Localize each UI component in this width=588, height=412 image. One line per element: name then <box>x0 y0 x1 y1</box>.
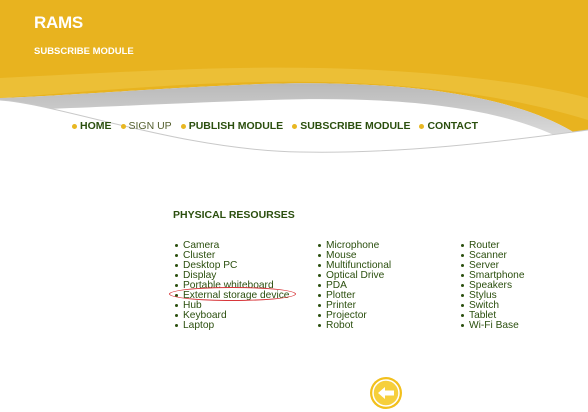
app-title: RAMS <box>34 13 83 32</box>
bullet-dot-icon <box>175 313 178 317</box>
list-item[interactable]: Wi-Fi Base <box>461 320 525 331</box>
nav-item-subscribe-module[interactable]: SUBSCRIBE MODULE <box>292 120 410 132</box>
bullet-dot-icon <box>175 303 178 307</box>
list-item[interactable]: Laptop <box>175 320 289 331</box>
resource-column-2: Microphone Mouse Multifunctional Optical… <box>318 240 391 331</box>
bullet-dot-icon <box>461 293 464 297</box>
resource-label[interactable]: Laptop <box>183 320 214 331</box>
list-item[interactable]: Robot <box>318 320 391 331</box>
resource-label[interactable]: Robot <box>326 320 353 331</box>
nav-item-label[interactable]: SUBSCRIBE MODULE <box>300 120 410 132</box>
header: RAMS SUBSCRIBE MODULE HOME SIGN UP PUBLI… <box>0 0 588 175</box>
nav-item-label[interactable]: PUBLISH MODULE <box>189 120 284 132</box>
bullet-dot-icon <box>318 254 321 258</box>
bullet-dot-icon <box>175 244 178 248</box>
bullet-dot-icon <box>461 244 464 248</box>
bullet-dot-icon <box>461 323 464 327</box>
nav-item-label[interactable]: CONTACT <box>427 120 478 132</box>
bullet-dot-icon <box>318 293 321 297</box>
nav-item-contact[interactable]: CONTACT <box>419 120 478 132</box>
bullet-dot-icon <box>461 274 464 278</box>
bullet-dot-icon <box>318 284 321 287</box>
bullet-dot-icon <box>175 274 178 278</box>
highlight-ellipse <box>169 287 296 301</box>
bullet-dot-icon <box>292 123 298 129</box>
nav-item-label[interactable]: SIGN UP <box>129 120 172 132</box>
bullet-dot-icon <box>318 323 321 327</box>
bullet-dot-icon <box>461 313 464 317</box>
bullet-dot-icon <box>318 244 321 248</box>
nav-item-label[interactable]: HOME <box>80 120 112 132</box>
section-title: PHYSICAL RESOURSES <box>173 209 295 221</box>
header-banner <box>0 0 588 175</box>
bullet-dot-icon <box>318 264 321 268</box>
bullet-dot-icon <box>180 123 186 129</box>
nav-item-publish-module[interactable]: PUBLISH MODULE <box>180 120 284 132</box>
bullet-dot-icon <box>461 264 464 268</box>
app-subtitle: SUBSCRIBE MODULE <box>34 46 134 57</box>
main-nav: HOME SIGN UP PUBLISH MODULE SUBSCRIBE MO… <box>72 120 487 132</box>
bullet-dot-icon <box>175 264 178 268</box>
resource-column-1: Camera Cluster Desktop PC Display Portab… <box>175 240 289 331</box>
bullet-dot-icon <box>419 123 425 129</box>
bullet-dot-icon <box>72 123 77 129</box>
bullet-dot-icon <box>175 323 178 327</box>
bullet-dot-icon <box>175 254 178 258</box>
bullet-dot-icon <box>175 284 178 287</box>
bullet-dot-icon <box>318 313 321 317</box>
resource-column-3: Router Scanner Server Smartphone Speaker… <box>461 240 525 331</box>
nav-item-home[interactable]: HOME <box>72 120 112 132</box>
bullet-dot-icon <box>461 284 464 287</box>
back-button[interactable] <box>369 376 403 410</box>
resource-label[interactable]: Wi-Fi Base <box>469 320 519 331</box>
nav-item-sign-up[interactable]: SIGN UP <box>120 120 172 132</box>
bullet-dot-icon <box>461 303 464 307</box>
bullet-dot-icon <box>318 274 321 278</box>
bullet-dot-icon <box>120 123 126 129</box>
left-arrow-circle-icon <box>370 377 402 409</box>
bullet-dot-icon <box>461 254 464 258</box>
bullet-dot-icon <box>318 303 321 307</box>
